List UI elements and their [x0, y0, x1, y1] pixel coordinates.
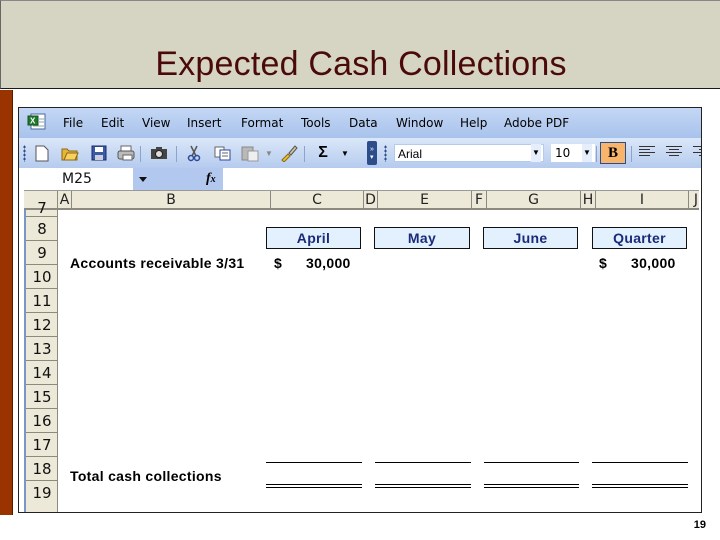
toolbar: ▼ Σ ▼ » ▾ Arial ▼ 10 ▼ B [19, 138, 701, 168]
toolbar-separator [631, 146, 632, 162]
paste-icon[interactable] [241, 144, 259, 162]
toolbar-separator [304, 146, 305, 162]
toolbar-options-icon[interactable]: » ▾ [367, 141, 377, 165]
bold-button[interactable]: B [600, 142, 626, 164]
ar-value-april[interactable]: 30,000 [306, 255, 351, 271]
total-double-line-quarter [592, 484, 688, 488]
menu-edit[interactable]: Edit [101, 116, 124, 130]
month-header-may[interactable]: May [374, 227, 470, 249]
menu-format[interactable]: Format [241, 116, 283, 130]
subtotal-line-june [484, 462, 579, 463]
row-header-16[interactable]: 16 [26, 409, 58, 433]
row-header-18[interactable]: 18 [26, 457, 58, 481]
toolbar-separator [176, 146, 177, 162]
row-header-9[interactable]: 9 [26, 241, 58, 265]
ar-value-quarter[interactable]: 30,000 [631, 255, 676, 271]
copy-icon[interactable] [213, 144, 231, 162]
column-header-f[interactable]: F [472, 191, 487, 209]
column-header-i[interactable]: I [596, 191, 689, 209]
menu-file[interactable]: File [63, 116, 83, 130]
print-icon[interactable] [117, 144, 135, 162]
month-header-quarter[interactable]: Quarter [592, 227, 687, 249]
menu-tools[interactable]: Tools [301, 116, 331, 130]
font-name-select[interactable]: Arial [394, 144, 544, 162]
slide-page-number: 19 [693, 519, 706, 531]
menu-view[interactable]: View [142, 116, 170, 130]
row-header-13[interactable]: 13 [26, 337, 58, 361]
row-header-17[interactable]: 17 [26, 433, 58, 457]
column-header-a[interactable]: A [58, 191, 72, 209]
row-header-14[interactable]: 14 [26, 361, 58, 385]
fx-icon[interactable]: fx [206, 171, 216, 187]
font-size-dropdown-icon[interactable]: ▼ [582, 144, 592, 162]
align-right-icon[interactable] [693, 146, 701, 160]
camera-icon[interactable] [150, 144, 168, 162]
ar-currency-april[interactable]: $ [274, 255, 282, 271]
toolbar-grip[interactable] [384, 145, 387, 162]
row-header-15[interactable]: 15 [26, 385, 58, 409]
excel-window: X File Edit View Insert Format Tools Dat… [18, 107, 702, 513]
svg-text:X: X [30, 117, 36, 126]
ar-currency-quarter[interactable]: $ [599, 255, 607, 271]
slide-title: Expected Cash Collections [155, 45, 567, 83]
row-header-11[interactable]: 11 [26, 289, 58, 313]
column-header-b[interactable]: B [72, 191, 271, 209]
slide-title-band: Expected Cash Collections [0, 0, 720, 89]
menu-window[interactable]: Window [396, 116, 443, 130]
total-double-line-june [484, 484, 579, 488]
subtotal-line-april [266, 462, 362, 463]
menu-data[interactable]: Data [349, 116, 378, 130]
row-header-7[interactable]: 7 [26, 201, 58, 217]
name-box[interactable]: M25 [23, 169, 133, 189]
toolbar-grip[interactable] [23, 145, 26, 162]
column-header-g[interactable]: G [487, 191, 581, 209]
row-header-10[interactable]: 10 [26, 265, 58, 289]
row-header-8[interactable]: 8 [26, 217, 58, 241]
new-icon[interactable] [33, 144, 51, 162]
paste-dropdown-icon[interactable]: ▼ [260, 144, 278, 162]
spreadsheet-grid[interactable]: A B C D E F G H I J 7 8 9 10 11 12 13 14… [19, 190, 701, 512]
column-header-c[interactable]: C [271, 191, 364, 209]
align-left-icon[interactable] [639, 146, 655, 160]
toolbar-separator [140, 146, 141, 162]
align-center-icon[interactable] [666, 146, 682, 160]
accounts-receivable-label[interactable]: Accounts receivable 3/31 [70, 255, 245, 271]
month-header-june[interactable]: June [483, 227, 578, 249]
column-header-d[interactable]: D [364, 191, 378, 209]
column-header-j[interactable]: J [689, 191, 701, 209]
toolbar-separator [596, 146, 597, 162]
save-icon[interactable] [90, 144, 108, 162]
total-double-line-may [375, 484, 471, 488]
menu-help[interactable]: Help [460, 116, 487, 130]
subtotal-line-quarter [592, 462, 688, 463]
autosum-icon[interactable]: Σ [314, 144, 332, 162]
slide-accent-bar [0, 90, 13, 515]
open-icon[interactable] [61, 144, 79, 162]
column-headers: A B C D E F G H I J [24, 190, 699, 210]
excel-logo-icon: X [27, 113, 46, 130]
chevron-down-icon [139, 177, 147, 182]
row-headers: 7 8 9 10 11 12 13 14 15 16 17 18 19 [24, 201, 58, 512]
autosum-dropdown-icon[interactable]: ▼ [336, 144, 354, 162]
total-cash-collections-label[interactable]: Total cash collections [70, 468, 222, 484]
menu-adobe-pdf[interactable]: Adobe PDF [504, 116, 569, 130]
column-header-h[interactable]: H [581, 191, 596, 209]
menu-bar: X File Edit View Insert Format Tools Dat… [19, 108, 701, 138]
cut-icon[interactable] [185, 144, 203, 162]
total-double-line-april [266, 484, 362, 488]
formula-bar: M25 fx [19, 168, 701, 190]
column-header-e[interactable]: E [378, 191, 472, 209]
subtotal-line-may [375, 462, 471, 463]
month-header-april[interactable]: April [266, 227, 361, 249]
format-painter-icon[interactable] [280, 144, 298, 162]
row-header-12[interactable]: 12 [26, 313, 58, 337]
row-header-19[interactable]: 19 [26, 481, 58, 505]
font-name-dropdown-icon[interactable]: ▼ [531, 144, 541, 162]
menu-insert[interactable]: Insert [187, 116, 221, 130]
